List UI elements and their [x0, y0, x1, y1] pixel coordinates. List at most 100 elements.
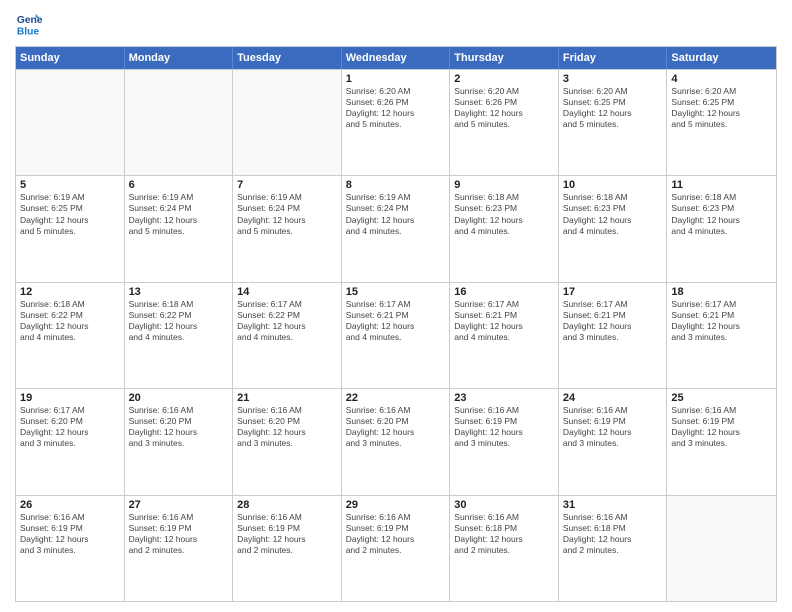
header-cell-monday: Monday — [125, 47, 234, 69]
logo: General Blue — [15, 10, 43, 38]
day-info: Sunrise: 6:17 AM Sunset: 6:22 PM Dayligh… — [237, 299, 337, 343]
day-info: Sunrise: 6:17 AM Sunset: 6:20 PM Dayligh… — [20, 405, 120, 449]
calendar-cell: 31Sunrise: 6:16 AM Sunset: 6:18 PM Dayli… — [559, 496, 668, 601]
day-info: Sunrise: 6:16 AM Sunset: 6:18 PM Dayligh… — [454, 512, 554, 556]
day-number: 7 — [237, 179, 337, 191]
calendar-cell: 1Sunrise: 6:20 AM Sunset: 6:26 PM Daylig… — [342, 70, 451, 175]
calendar-cell: 15Sunrise: 6:17 AM Sunset: 6:21 PM Dayli… — [342, 283, 451, 388]
calendar-cell: 17Sunrise: 6:17 AM Sunset: 6:21 PM Dayli… — [559, 283, 668, 388]
calendar-cell: 22Sunrise: 6:16 AM Sunset: 6:20 PM Dayli… — [342, 389, 451, 494]
day-info: Sunrise: 6:20 AM Sunset: 6:26 PM Dayligh… — [454, 86, 554, 130]
day-info: Sunrise: 6:17 AM Sunset: 6:21 PM Dayligh… — [454, 299, 554, 343]
day-info: Sunrise: 6:19 AM Sunset: 6:24 PM Dayligh… — [237, 192, 337, 236]
calendar-cell: 3Sunrise: 6:20 AM Sunset: 6:25 PM Daylig… — [559, 70, 668, 175]
calendar-cell: 20Sunrise: 6:16 AM Sunset: 6:20 PM Dayli… — [125, 389, 234, 494]
day-info: Sunrise: 6:19 AM Sunset: 6:24 PM Dayligh… — [129, 192, 229, 236]
day-info: Sunrise: 6:16 AM Sunset: 6:20 PM Dayligh… — [129, 405, 229, 449]
day-number: 13 — [129, 286, 229, 298]
day-number: 25 — [671, 392, 772, 404]
header-cell-wednesday: Wednesday — [342, 47, 451, 69]
day-number: 1 — [346, 73, 446, 85]
calendar-row-4: 19Sunrise: 6:17 AM Sunset: 6:20 PM Dayli… — [16, 388, 776, 494]
day-info: Sunrise: 6:18 AM Sunset: 6:23 PM Dayligh… — [671, 192, 772, 236]
calendar-cell: 14Sunrise: 6:17 AM Sunset: 6:22 PM Dayli… — [233, 283, 342, 388]
calendar-cell: 2Sunrise: 6:20 AM Sunset: 6:26 PM Daylig… — [450, 70, 559, 175]
day-info: Sunrise: 6:16 AM Sunset: 6:19 PM Dayligh… — [20, 512, 120, 556]
calendar-cell: 26Sunrise: 6:16 AM Sunset: 6:19 PM Dayli… — [16, 496, 125, 601]
day-info: Sunrise: 6:17 AM Sunset: 6:21 PM Dayligh… — [671, 299, 772, 343]
calendar-row-2: 5Sunrise: 6:19 AM Sunset: 6:25 PM Daylig… — [16, 175, 776, 281]
day-info: Sunrise: 6:16 AM Sunset: 6:19 PM Dayligh… — [671, 405, 772, 449]
header: General Blue — [15, 10, 777, 38]
calendar-row-5: 26Sunrise: 6:16 AM Sunset: 6:19 PM Dayli… — [16, 495, 776, 601]
header-cell-thursday: Thursday — [450, 47, 559, 69]
day-info: Sunrise: 6:20 AM Sunset: 6:25 PM Dayligh… — [671, 86, 772, 130]
day-number: 8 — [346, 179, 446, 191]
day-number: 19 — [20, 392, 120, 404]
day-number: 24 — [563, 392, 663, 404]
day-number: 29 — [346, 499, 446, 511]
day-number: 11 — [671, 179, 772, 191]
svg-text:General: General — [17, 15, 43, 26]
day-info: Sunrise: 6:16 AM Sunset: 6:20 PM Dayligh… — [346, 405, 446, 449]
calendar-cell — [125, 70, 234, 175]
day-number: 21 — [237, 392, 337, 404]
calendar-cell: 30Sunrise: 6:16 AM Sunset: 6:18 PM Dayli… — [450, 496, 559, 601]
day-info: Sunrise: 6:17 AM Sunset: 6:21 PM Dayligh… — [563, 299, 663, 343]
day-info: Sunrise: 6:16 AM Sunset: 6:20 PM Dayligh… — [237, 405, 337, 449]
day-info: Sunrise: 6:19 AM Sunset: 6:25 PM Dayligh… — [20, 192, 120, 236]
logo-icon: General Blue — [15, 10, 43, 38]
calendar-cell — [667, 496, 776, 601]
calendar-header: SundayMondayTuesdayWednesdayThursdayFrid… — [16, 47, 776, 69]
day-number: 3 — [563, 73, 663, 85]
day-number: 16 — [454, 286, 554, 298]
calendar-cell: 27Sunrise: 6:16 AM Sunset: 6:19 PM Dayli… — [125, 496, 234, 601]
day-info: Sunrise: 6:20 AM Sunset: 6:26 PM Dayligh… — [346, 86, 446, 130]
day-number: 5 — [20, 179, 120, 191]
calendar-cell: 9Sunrise: 6:18 AM Sunset: 6:23 PM Daylig… — [450, 176, 559, 281]
day-info: Sunrise: 6:19 AM Sunset: 6:24 PM Dayligh… — [346, 192, 446, 236]
day-number: 23 — [454, 392, 554, 404]
svg-text:Blue: Blue — [17, 26, 40, 37]
day-number: 28 — [237, 499, 337, 511]
day-number: 4 — [671, 73, 772, 85]
calendar-cell: 7Sunrise: 6:19 AM Sunset: 6:24 PM Daylig… — [233, 176, 342, 281]
calendar-cell: 16Sunrise: 6:17 AM Sunset: 6:21 PM Dayli… — [450, 283, 559, 388]
day-number: 9 — [454, 179, 554, 191]
day-number: 10 — [563, 179, 663, 191]
calendar-cell: 13Sunrise: 6:18 AM Sunset: 6:22 PM Dayli… — [125, 283, 234, 388]
day-number: 17 — [563, 286, 663, 298]
day-info: Sunrise: 6:16 AM Sunset: 6:19 PM Dayligh… — [346, 512, 446, 556]
day-info: Sunrise: 6:16 AM Sunset: 6:19 PM Dayligh… — [237, 512, 337, 556]
day-number: 27 — [129, 499, 229, 511]
header-cell-friday: Friday — [559, 47, 668, 69]
calendar-row-3: 12 Sunrise: 6:18 AM Sunset: 6:22 PM Dayli… — [16, 282, 776, 388]
calendar-cell — [16, 70, 125, 175]
calendar-cell: 5Sunrise: 6:19 AM Sunset: 6:25 PM Daylig… — [16, 176, 125, 281]
calendar-cell: 11Sunrise: 6:18 AM Sunset: 6:23 PM Dayli… — [667, 176, 776, 281]
calendar-cell: 8Sunrise: 6:19 AM Sunset: 6:24 PM Daylig… — [342, 176, 451, 281]
day-number: 22 — [346, 392, 446, 404]
day-info: Sunrise: 6:18 AM Sunset: 6:23 PM Dayligh… — [454, 192, 554, 236]
page: General Blue SundayMondayTuesdayWednesda… — [0, 0, 792, 612]
calendar-cell: 4Sunrise: 6:20 AM Sunset: 6:25 PM Daylig… — [667, 70, 776, 175]
header-cell-saturday: Saturday — [667, 47, 776, 69]
day-number: 20 — [129, 392, 229, 404]
day-info: Sunrise: 6:18 AM Sunset: 6:22 PM Dayligh… — [129, 299, 229, 343]
day-number: 14 — [237, 286, 337, 298]
day-number: 15 — [346, 286, 446, 298]
calendar-cell: 24Sunrise: 6:16 AM Sunset: 6:19 PM Dayli… — [559, 389, 668, 494]
calendar-cell: 23Sunrise: 6:16 AM Sunset: 6:19 PM Dayli… — [450, 389, 559, 494]
calendar-cell: 18Sunrise: 6:17 AM Sunset: 6:21 PM Dayli… — [667, 283, 776, 388]
calendar-cell: 10Sunrise: 6:18 AM Sunset: 6:23 PM Dayli… — [559, 176, 668, 281]
calendar-cell: 28Sunrise: 6:16 AM Sunset: 6:19 PM Dayli… — [233, 496, 342, 601]
day-info: Sunrise: 6:16 AM Sunset: 6:19 PM Dayligh… — [129, 512, 229, 556]
calendar-cell: 19Sunrise: 6:17 AM Sunset: 6:20 PM Dayli… — [16, 389, 125, 494]
calendar-cell — [233, 70, 342, 175]
day-info: Sunrise: 6:17 AM Sunset: 6:21 PM Dayligh… — [346, 299, 446, 343]
calendar: SundayMondayTuesdayWednesdayThursdayFrid… — [15, 46, 777, 602]
day-number: 12 — [20, 286, 120, 298]
calendar-cell: 29Sunrise: 6:16 AM Sunset: 6:19 PM Dayli… — [342, 496, 451, 601]
day-number: 6 — [129, 179, 229, 191]
day-info: Sunrise: 6:16 AM Sunset: 6:19 PM Dayligh… — [563, 405, 663, 449]
